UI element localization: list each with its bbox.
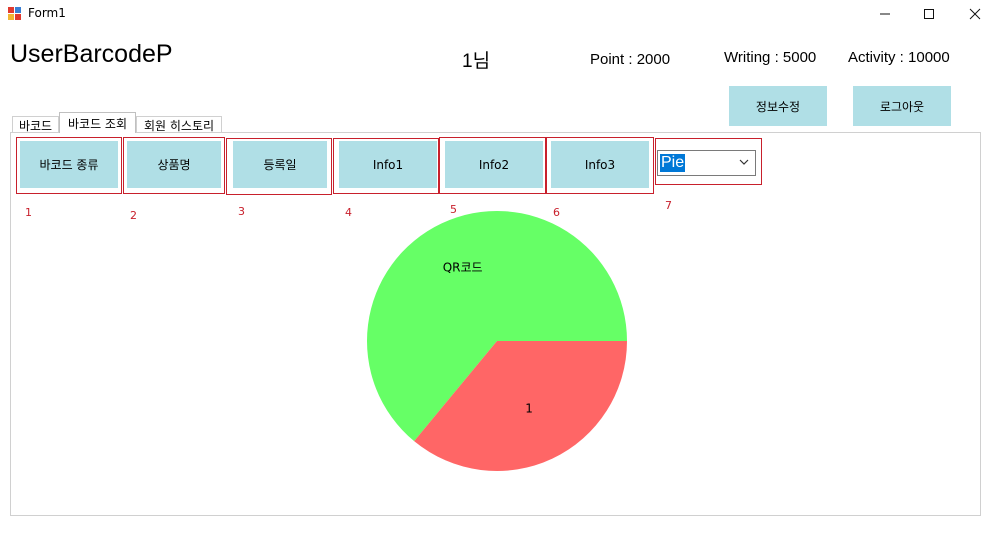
pie-chart: QR코드 1 [367,210,627,471]
pie-slice-label-1: 1 [525,402,533,416]
tab-barcode-search[interactable]: 바코드 조회 [59,112,136,133]
pie-slice-label-0: QR코드 [443,261,483,275]
